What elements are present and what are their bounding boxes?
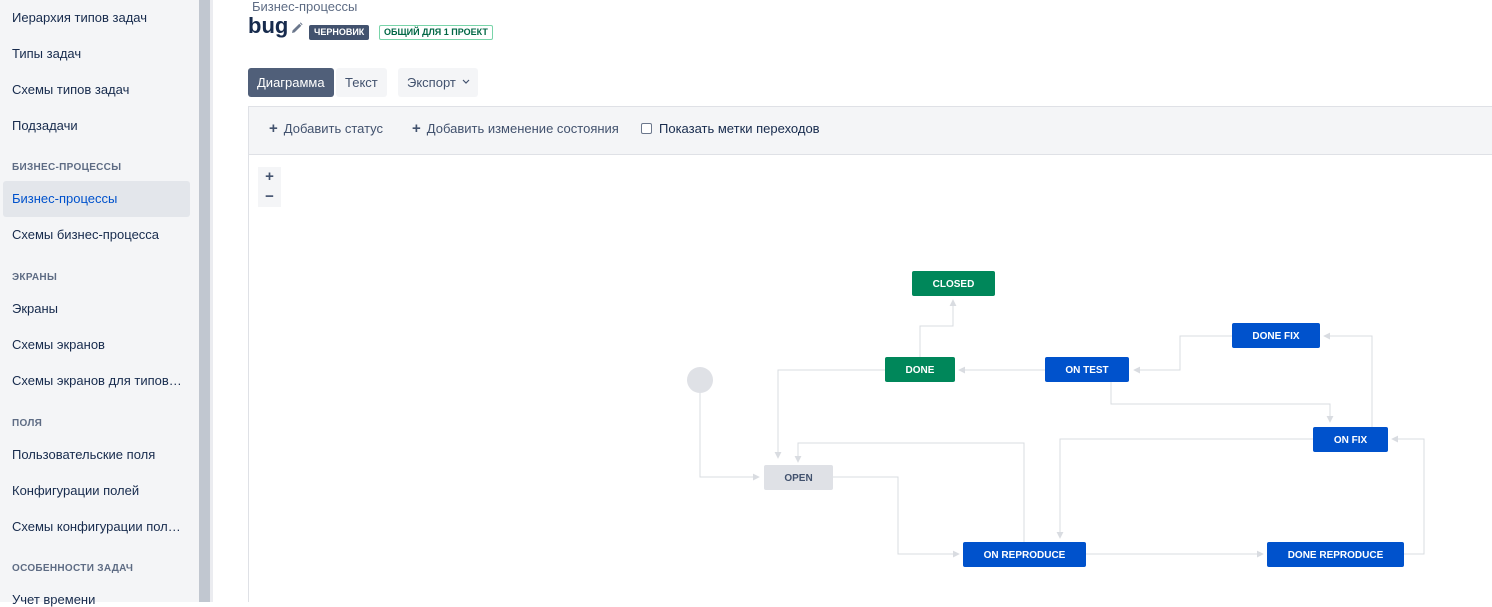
status-done-reproduce-label: DONE REPRODUCE (1288, 550, 1384, 561)
status-done-reproduce[interactable]: DONE REPRODUCE (1267, 542, 1404, 567)
transition-done-closed[interactable] (919, 299, 957, 357)
transition-on-reproduce-open[interactable] (794, 442, 1025, 542)
transition-on-fix-done-fix[interactable] (1323, 332, 1373, 427)
status-done-fix[interactable]: DONE FIX (1232, 323, 1320, 348)
start-node[interactable] (687, 367, 713, 393)
status-on-reproduce[interactable]: ON REPRODUCE (963, 542, 1086, 567)
transition-start-open[interactable] (699, 393, 760, 481)
transition-on-fix-on-reproduce[interactable] (1056, 438, 1313, 539)
status-open-label: OPEN (784, 473, 812, 484)
status-open[interactable]: OPEN (764, 465, 833, 490)
status-on-fix[interactable]: ON FIX (1313, 427, 1388, 452)
workflow-diagram: CLOSED DONE ON TEST DONE FIX ON FIX OPEN… (687, 271, 1425, 567)
status-on-fix-label: ON FIX (1334, 435, 1368, 446)
status-closed[interactable]: CLOSED (912, 271, 995, 296)
transition-done-reproduce-on-fix[interactable] (1391, 435, 1425, 555)
status-done-label: DONE (906, 365, 935, 376)
transition-done-open[interactable] (774, 369, 885, 459)
status-on-test-label: ON TEST (1065, 365, 1108, 376)
transition-open-on-reproduce[interactable] (833, 476, 960, 558)
status-on-test[interactable]: ON TEST (1045, 357, 1129, 382)
status-on-reproduce-label: ON REPRODUCE (984, 550, 1066, 561)
status-done[interactable]: DONE (885, 357, 955, 382)
transition-done-fix-on-test[interactable] (1133, 335, 1232, 374)
transition-on-test-on-fix[interactable] (1110, 382, 1334, 423)
status-closed-label: CLOSED (933, 279, 975, 290)
status-done-fix-label: DONE FIX (1252, 331, 1300, 342)
